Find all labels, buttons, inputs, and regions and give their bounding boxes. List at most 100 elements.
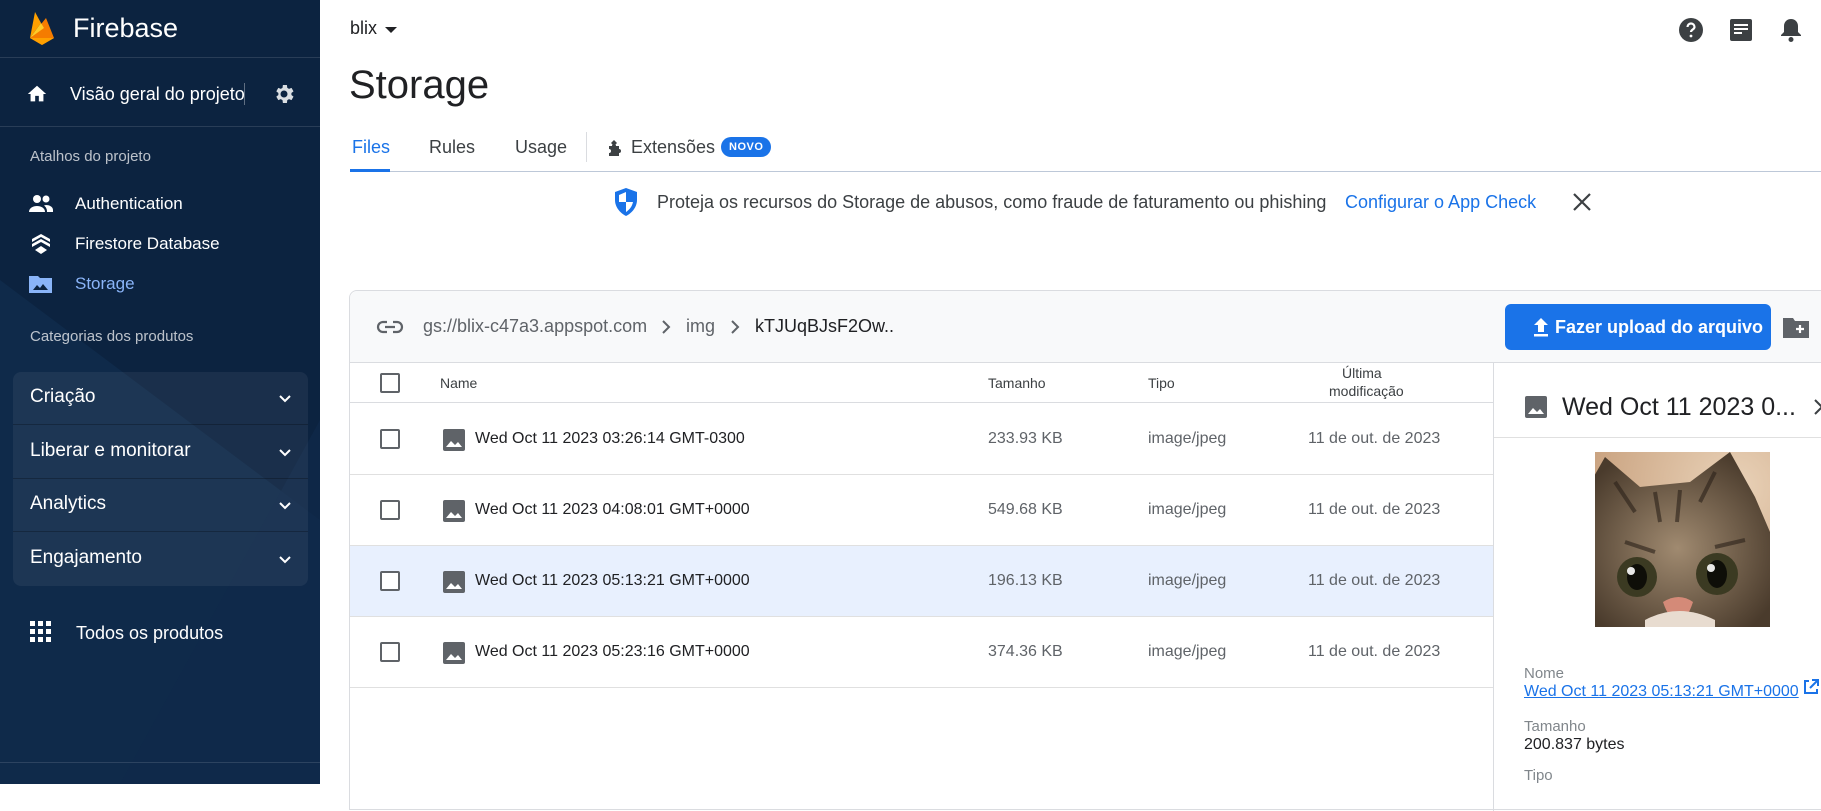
release-notes-icon[interactable] <box>1727 16 1755 44</box>
detail-name-label: Nome <box>1524 665 1565 682</box>
detail-header-divider <box>1494 437 1821 438</box>
create-folder-icon[interactable] <box>1782 315 1810 339</box>
category-criacao[interactable]: Criação <box>13 372 308 425</box>
file-name[interactable]: Wed Oct 11 2023 03:26:14 GMT-0300 <box>475 430 745 448</box>
home-icon <box>27 85 47 102</box>
breadcrumb-img[interactable]: img <box>686 316 715 337</box>
file-type: image/jpeg <box>1148 643 1227 660</box>
file-size: 549.68 KB <box>988 501 1063 518</box>
sidebar-item-label: Authentication <box>75 194 183 213</box>
chevron-right-icon <box>731 320 740 334</box>
category-label: Criação <box>30 386 96 407</box>
detail-name-link[interactable]: Wed Oct 11 2023 05:13:21 GMT+0000 <box>1524 683 1799 701</box>
column-modified-line2[interactable]: modificação <box>1329 383 1404 399</box>
select-all-checkbox[interactable] <box>380 373 400 393</box>
tab-usage[interactable]: Usage <box>515 137 567 158</box>
open-in-new-icon[interactable] <box>1802 678 1820 696</box>
file-size: 374.36 KB <box>988 643 1063 660</box>
detail-size-label: Tamanho <box>1524 718 1586 735</box>
detail-size-value: 200.837 bytes <box>1524 736 1625 753</box>
file-name[interactable]: Wed Oct 11 2023 05:13:21 GMT+0000 <box>475 572 750 590</box>
image-file-icon <box>443 571 465 593</box>
table-row[interactable]: Wed Oct 11 2023 05:23:16 GMT+0000 374.36… <box>350 617 1493 688</box>
file-modified: 11 de out. de 2023 <box>1308 572 1441 589</box>
extensions-puzzle-icon <box>609 140 621 156</box>
image-file-icon <box>443 500 465 522</box>
active-tab-indicator <box>350 169 390 172</box>
image-file-icon <box>443 642 465 664</box>
sidebar-item-label: Storage <box>75 274 135 293</box>
chevron-right-icon <box>662 320 671 334</box>
tab-files[interactable]: Files <box>352 137 390 158</box>
file-modified: 11 de out. de 2023 <box>1308 643 1441 660</box>
notifications-bell-icon[interactable] <box>1777 16 1805 44</box>
new-badge: NOVO <box>721 137 772 157</box>
top-icons <box>0 16 1821 44</box>
image-preview-cat[interactable] <box>1595 452 1770 627</box>
storage-folder-icon <box>29 276 52 293</box>
table-row-selected[interactable]: Wed Oct 11 2023 05:13:21 GMT+0000 196.13… <box>350 546 1493 617</box>
project-overview-label: Visão geral do projeto <box>70 84 245 104</box>
row-checkbox[interactable] <box>380 500 400 520</box>
configure-app-check-link[interactable]: Configurar o App Check <box>1345 192 1536 213</box>
file-type: image/jpeg <box>1148 501 1227 518</box>
close-icon[interactable] <box>1571 191 1593 213</box>
file-modified: 11 de out. de 2023 <box>1308 430 1441 447</box>
table-row[interactable]: Wed Oct 11 2023 03:26:14 GMT-0300 233.93… <box>350 404 1493 475</box>
project-overview[interactable]: Visão geral do projeto <box>0 59 320 127</box>
row-checkbox[interactable] <box>380 642 400 662</box>
row-checkbox[interactable] <box>380 571 400 591</box>
tab-rules[interactable]: Rules <box>429 137 475 158</box>
upload-file-button[interactable]: Fazer upload do arquivo <box>1505 304 1771 350</box>
column-name[interactable]: Name <box>440 375 477 391</box>
category-label: Liberar e monitorar <box>30 440 191 461</box>
category-label: Engajamento <box>30 547 142 568</box>
banner-text: Proteja os recursos do Storage de abusos… <box>657 192 1327 212</box>
chevron-down-icon <box>279 395 291 403</box>
gear-icon[interactable] <box>272 82 296 106</box>
firestore-icon <box>32 234 50 254</box>
chevron-down-icon <box>279 556 291 564</box>
page-title: Storage <box>349 63 490 107</box>
table-row[interactable]: Wed Oct 11 2023 04:08:01 GMT+0000 549.68… <box>350 475 1493 546</box>
chevron-down-icon <box>279 449 291 457</box>
product-categories: Criação Liberar e monitorar Analytics En… <box>13 372 308 586</box>
breadcrumb-bucket[interactable]: gs://blix-c47a3.appspot.com <box>423 316 647 337</box>
sidebar-item-label: Firestore Database <box>75 234 220 253</box>
sidebar-item-storage[interactable]: Storage <box>0 265 320 303</box>
all-products-link[interactable]: Todos os produtos <box>0 612 320 652</box>
sidebar-item-authentication[interactable]: Authentication <box>0 185 320 223</box>
close-icon[interactable] <box>1812 397 1821 417</box>
category-liberar-monitorar[interactable]: Liberar e monitorar <box>13 426 308 479</box>
overview-divider <box>244 83 245 105</box>
file-name[interactable]: Wed Oct 11 2023 04:08:01 GMT+0000 <box>475 501 750 519</box>
column-type[interactable]: Tipo <box>1148 375 1175 391</box>
people-icon <box>29 195 53 212</box>
file-size: 196.13 KB <box>988 572 1063 589</box>
detail-title: Wed Oct 11 2023 0... <box>1562 393 1796 421</box>
all-products-label: Todos os produtos <box>76 623 224 643</box>
detail-type-label: Tipo <box>1524 767 1553 784</box>
file-modified: 11 de out. de 2023 <box>1308 501 1441 518</box>
file-name[interactable]: Wed Oct 11 2023 05:23:16 GMT+0000 <box>475 643 750 661</box>
help-icon[interactable] <box>1677 16 1705 44</box>
upload-button-label: Fazer upload do arquivo <box>1555 317 1764 337</box>
categories-title: Categorias dos produtos <box>30 328 194 345</box>
row-checkbox[interactable] <box>380 429 400 449</box>
tab-divider <box>586 132 587 162</box>
path-bar: gs://blix-c47a3.appspot.com img kTJUqBJs… <box>350 291 1821 363</box>
link-icon[interactable] <box>376 315 404 339</box>
chevron-down-icon <box>279 502 291 510</box>
sidebar-item-firestore[interactable]: Firestore Database <box>0 225 320 263</box>
tab-extensions[interactable]: Extensões <box>631 137 715 158</box>
table-header: Name Tamanho Tipo Última modificação <box>350 363 1493 403</box>
breadcrumb-current-folder: kTJUqBJsF2Ow.. <box>755 316 895 336</box>
file-browser-card: gs://blix-c47a3.appspot.com img kTJUqBJs… <box>349 290 1821 811</box>
category-engajamento[interactable]: Engajamento <box>13 533 308 586</box>
sidebar: Firebase Visão geral do projeto Atalhos … <box>0 0 320 784</box>
category-analytics[interactable]: Analytics <box>13 479 308 532</box>
column-modified-line1[interactable]: Última <box>1342 365 1382 381</box>
column-size[interactable]: Tamanho <box>988 375 1046 391</box>
image-file-icon <box>443 429 465 451</box>
file-detail-panel: Wed Oct 11 2023 0... Nome Wed Oct 11 202… <box>1493 363 1821 811</box>
